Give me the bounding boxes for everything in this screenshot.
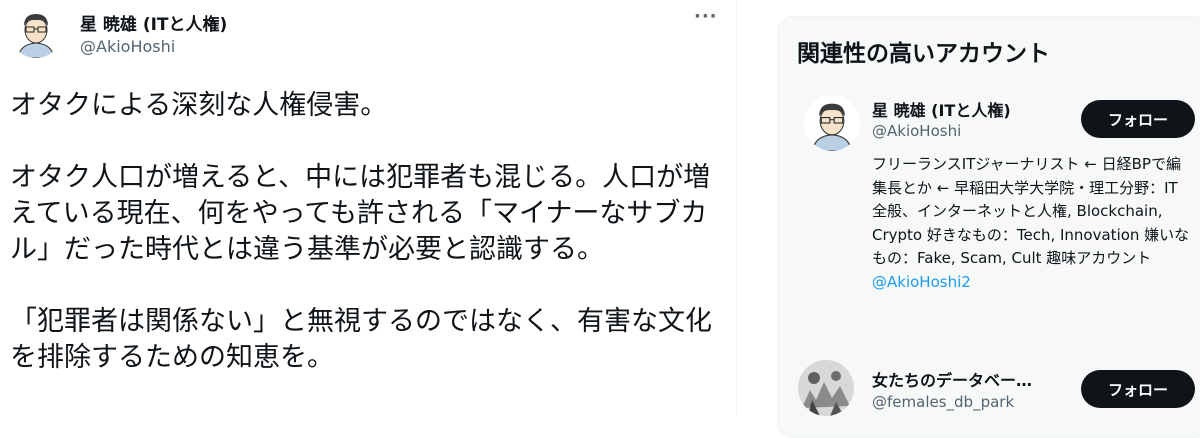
panel-title: 関連性の高いアカウント [797, 41, 1050, 67]
account-name[interactable]: 女たちのデータベー… [872, 367, 1032, 391]
account-handle[interactable]: @AkioHoshi [872, 122, 961, 140]
avatar-illustration-icon [798, 360, 854, 416]
account-name[interactable]: 星 暁雄 (ITと人権) [872, 97, 1011, 121]
follow-button[interactable]: フォロー [1081, 100, 1195, 138]
avatar[interactable] [804, 95, 860, 151]
more-options-icon[interactable]: ··· [694, 6, 718, 27]
display-name[interactable]: 星 暁雄 (ITと人権) [80, 10, 227, 35]
bio-text: フリーランスITジャーナリスト ← 日経BPで編集長とか ← 早稲田大学大学院・… [872, 155, 1190, 267]
related-accounts-panel: 関連性の高いアカウント 星 暁雄 (ITと人権) @AkioHoshi フォロー… [777, 16, 1200, 438]
account-handle[interactable]: @females_db_park [872, 393, 1014, 411]
avatar[interactable] [798, 360, 854, 416]
user-handle[interactable]: @AkioHoshi [80, 37, 175, 56]
avatar-illustration-icon [10, 6, 62, 58]
tweet-paragraph: オタク人口が増えると、中には犯罪者も混じる。人口が増えている現在、何をやっても許… [10, 162, 711, 265]
avatar[interactable] [10, 6, 62, 58]
follow-button[interactable]: フォロー [1081, 370, 1195, 408]
account-bio: フリーランスITジャーナリスト ← 日経BPで編集長とか ← 早稲田大学大学院・… [872, 153, 1192, 294]
tweet-paragraph: オタクによる深刻な人権侵害。 [10, 90, 388, 121]
tweet: 星 暁雄 (ITと人権) @AkioHoshi ··· オタクによる深刻な人権侵… [0, 0, 737, 414]
bio-link[interactable]: @AkioHoshi2 [872, 273, 971, 291]
avatar-illustration-icon [804, 95, 860, 151]
tweet-text: オタクによる深刻な人権侵害。 オタク人口が増えると、中には犯罪者も混じる。人口が… [10, 88, 728, 412]
tweet-paragraph: 「犯罪者は関係ない」と無視するのではなく、有害な文化を排除するための知恵を。 [10, 306, 712, 373]
